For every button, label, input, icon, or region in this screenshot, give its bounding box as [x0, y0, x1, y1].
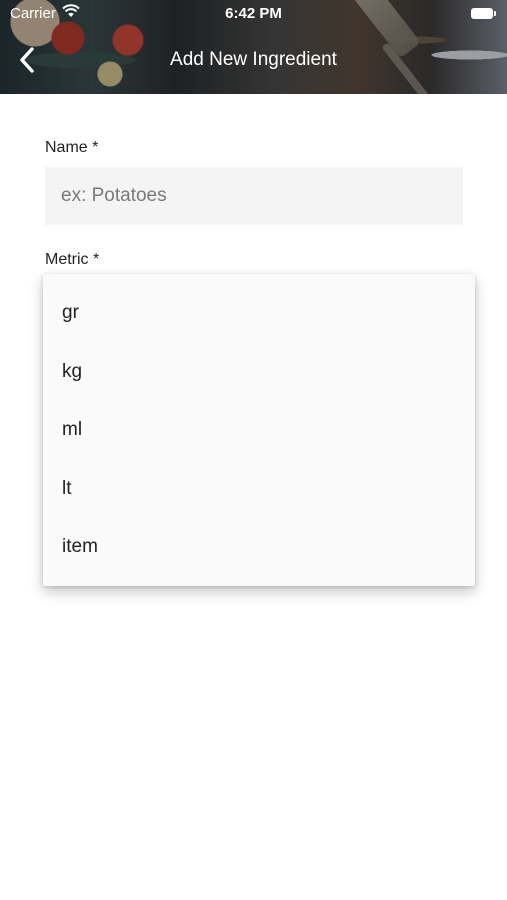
name-label: Name * — [45, 139, 99, 156]
battery-icon — [471, 8, 496, 19]
metric-dropdown-menu: gr kg ml lt item — [43, 274, 475, 586]
menu-item-gr[interactable]: gr — [43, 284, 475, 343]
name-input[interactable] — [45, 167, 463, 225]
navigation-bar: Add New Ingredient — [0, 40, 507, 80]
metric-label: Metric * — [45, 251, 100, 268]
status-time: 6:42 PM — [225, 5, 282, 22]
status-bar: Carrier 6:42 PM — [0, 0, 507, 28]
add-ingredient-screen: Carrier 6:42 PM Add New Ingredient Name … — [0, 0, 507, 900]
menu-item-lt[interactable]: lt — [43, 460, 475, 519]
page-title: Add New Ingredient — [170, 49, 337, 70]
menu-item-ml[interactable]: ml — [43, 401, 475, 460]
menu-item-kg[interactable]: kg — [43, 343, 475, 402]
menu-item-item[interactable]: item — [43, 518, 475, 577]
